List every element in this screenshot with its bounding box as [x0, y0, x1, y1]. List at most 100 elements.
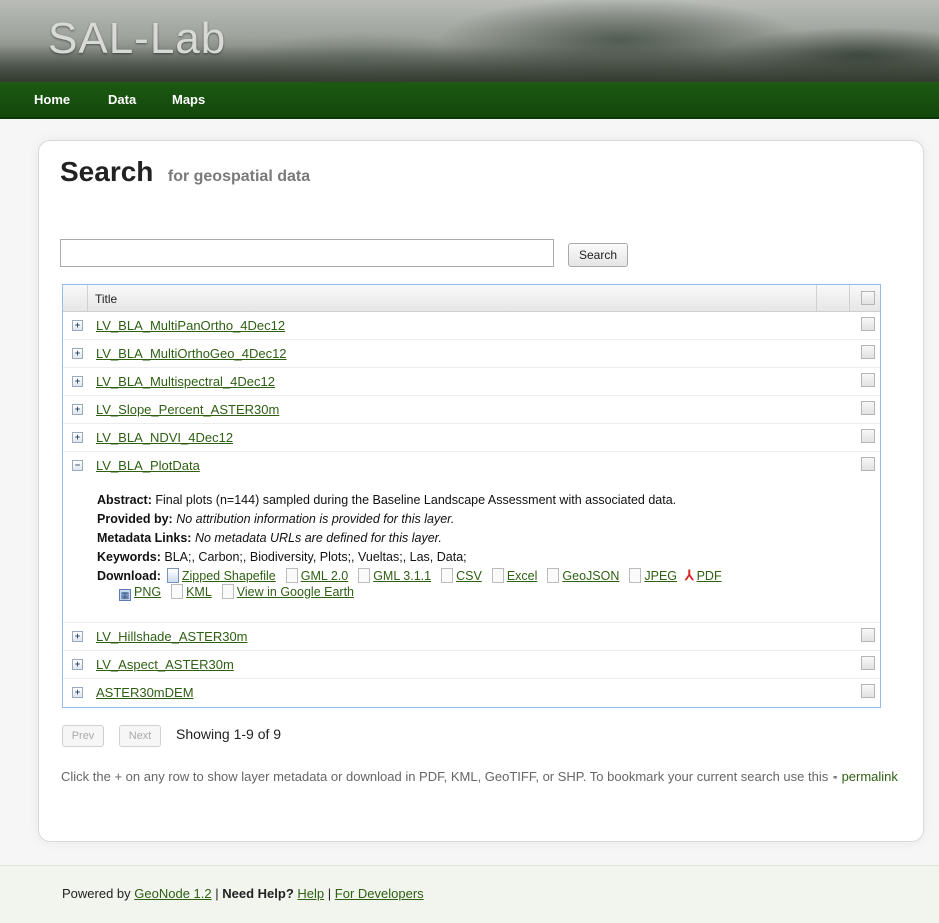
- footer-separator: |: [327, 886, 332, 901]
- table-row: + ASTER30mDEM: [63, 679, 880, 706]
- table-row: + LV_Slope_Percent_ASTER30m: [63, 396, 880, 424]
- layer-title-link[interactable]: LV_Hillshade_ASTER30m: [96, 629, 248, 644]
- file-icon: [171, 584, 184, 599]
- provided-by-text: No attribution information is provided f…: [176, 512, 455, 526]
- file-icon: [629, 568, 642, 583]
- page-title: Search: [60, 156, 154, 187]
- prev-button[interactable]: Prev: [62, 725, 104, 747]
- metadata-links-text: No metadata URLs are defined for this la…: [194, 531, 442, 545]
- provided-by-line: Provided by: No attribution information …: [97, 510, 877, 529]
- expand-icon[interactable]: +: [72, 404, 83, 415]
- select-all-checkbox[interactable]: [861, 291, 875, 305]
- pdf-icon: ⅄: [685, 567, 694, 583]
- file-icon: [285, 568, 298, 583]
- need-help-text: Need Help?: [222, 886, 294, 901]
- expand-icon[interactable]: +: [72, 348, 83, 359]
- layer-title-link[interactable]: LV_Aspect_ASTER30m: [96, 657, 234, 672]
- expand-icon[interactable]: +: [72, 376, 83, 387]
- expand-icon[interactable]: +: [72, 659, 83, 670]
- column-separator: [87, 285, 88, 311]
- download-kml[interactable]: KML: [186, 585, 212, 599]
- keywords-line: Keywords: BLA;, Carbon;, Biodiversity, P…: [97, 548, 877, 567]
- row-checkbox[interactable]: [861, 628, 875, 642]
- nav-home[interactable]: Home: [34, 92, 70, 107]
- collapse-icon[interactable]: −: [72, 460, 83, 471]
- download-gml-311[interactable]: GML 3.1.1: [373, 569, 431, 583]
- site-logo[interactable]: SAL-Lab: [48, 14, 226, 64]
- table-row: + LV_Hillshade_ASTER30m: [63, 623, 880, 651]
- view-in-google-earth-link[interactable]: View in Google Earth: [237, 585, 354, 599]
- download-zipped-shapefile[interactable]: Zipped Shapefile: [182, 569, 276, 583]
- abstract-line: Abstract: Final plots (n=144) sampled du…: [97, 491, 877, 510]
- layer-title-link[interactable]: ASTER30mDEM: [96, 685, 194, 700]
- grid-header: Title: [63, 285, 880, 312]
- download-pdf[interactable]: PDF: [697, 569, 722, 583]
- table-row: + LV_Aspect_ASTER30m: [63, 651, 880, 679]
- download-png[interactable]: PNG: [134, 585, 161, 599]
- layer-title-link[interactable]: LV_BLA_PlotData: [96, 458, 200, 473]
- expand-icon[interactable]: +: [72, 631, 83, 642]
- download-jpeg[interactable]: JPEG: [644, 569, 677, 583]
- expand-icon[interactable]: +: [72, 432, 83, 443]
- download-label: Download:: [97, 569, 161, 583]
- nav-maps[interactable]: Maps: [172, 92, 205, 107]
- download-gml-2[interactable]: GML 2.0: [301, 569, 348, 583]
- table-row: + LV_BLA_MultiPanOrtho_4Dec12: [63, 312, 880, 340]
- help-text: Click the + on any row to show layer met…: [61, 766, 901, 789]
- keywords-text: BLA;, Carbon;, Biodiversity, Plots;, Vue…: [164, 550, 467, 564]
- row-checkbox[interactable]: [861, 429, 875, 443]
- column-header-title[interactable]: Title: [95, 292, 117, 306]
- file-icon: [547, 568, 560, 583]
- keywords-label: Keywords:: [97, 550, 161, 564]
- nav-data[interactable]: Data: [108, 92, 136, 107]
- row-checkbox[interactable]: [861, 457, 875, 471]
- search-button[interactable]: Search: [568, 243, 628, 267]
- expand-icon[interactable]: +: [72, 320, 83, 331]
- row-checkbox[interactable]: [861, 317, 875, 331]
- metadata-links-line: Metadata Links: No metadata URLs are def…: [97, 529, 877, 548]
- download-geojson[interactable]: GeoJSON: [562, 569, 619, 583]
- powered-by-text: Powered by: [62, 886, 131, 901]
- results-count: Showing 1-9 of 9: [176, 726, 282, 742]
- shapefile-icon: [166, 568, 179, 583]
- column-separator: [849, 285, 850, 311]
- footer-text: Powered by GeoNode 1.2 | Need Help? Help…: [62, 886, 424, 901]
- geonode-link[interactable]: GeoNode 1.2: [134, 886, 211, 901]
- file-icon: [221, 584, 234, 599]
- expand-icon[interactable]: +: [72, 687, 83, 698]
- download-excel[interactable]: Excel: [507, 569, 538, 583]
- layer-title-link[interactable]: LV_Slope_Percent_ASTER30m: [96, 402, 279, 417]
- help-link[interactable]: Help: [297, 886, 324, 901]
- row-checkbox[interactable]: [861, 345, 875, 359]
- layer-title-link[interactable]: LV_BLA_MultiPanOrtho_4Dec12: [96, 318, 285, 333]
- row-checkbox[interactable]: [861, 684, 875, 698]
- table-row: + LV_BLA_Multispectral_4Dec12: [63, 368, 880, 396]
- layers-grid: Title + LV_BLA_MultiPanOrtho_4Dec12 + LV…: [62, 284, 881, 708]
- row-checkbox[interactable]: [861, 401, 875, 415]
- next-button[interactable]: Next: [119, 725, 161, 747]
- file-icon: [358, 568, 371, 583]
- main-nav: Home Data Maps: [0, 82, 939, 119]
- png-icon: ▦: [119, 589, 131, 601]
- download-line: Download: Zipped Shapefile GML 2.0 GML 3.1.…: [97, 567, 877, 601]
- abstract-label: Abstract:: [97, 493, 152, 507]
- for-developers-link[interactable]: For Developers: [335, 886, 424, 901]
- layer-title-link[interactable]: LV_BLA_Multispectral_4Dec12: [96, 374, 275, 389]
- row-checkbox[interactable]: [861, 656, 875, 670]
- layer-details: Abstract: Final plots (n=144) sampled du…: [97, 491, 877, 601]
- footer-separator: |: [215, 886, 219, 901]
- permalink-link[interactable]: permalink: [842, 769, 898, 784]
- help-description: Click the + on any row to show layer met…: [61, 769, 829, 784]
- download-csv[interactable]: CSV: [456, 569, 482, 583]
- row-checkbox[interactable]: [861, 373, 875, 387]
- layer-title-link[interactable]: LV_BLA_MultiOrthoGeo_4Dec12: [96, 346, 287, 361]
- link-icon: ⚭: [831, 773, 839, 782]
- file-icon: [441, 568, 454, 583]
- table-row: + LV_BLA_NDVI_4Dec12: [63, 424, 880, 452]
- provided-by-label: Provided by:: [97, 512, 173, 526]
- page-heading: Search for geospatial data: [60, 156, 310, 188]
- metadata-links-label: Metadata Links:: [97, 531, 192, 545]
- search-input[interactable]: [60, 239, 554, 267]
- page-subtitle: for geospatial data: [167, 168, 311, 185]
- layer-title-link[interactable]: LV_BLA_NDVI_4Dec12: [96, 430, 233, 445]
